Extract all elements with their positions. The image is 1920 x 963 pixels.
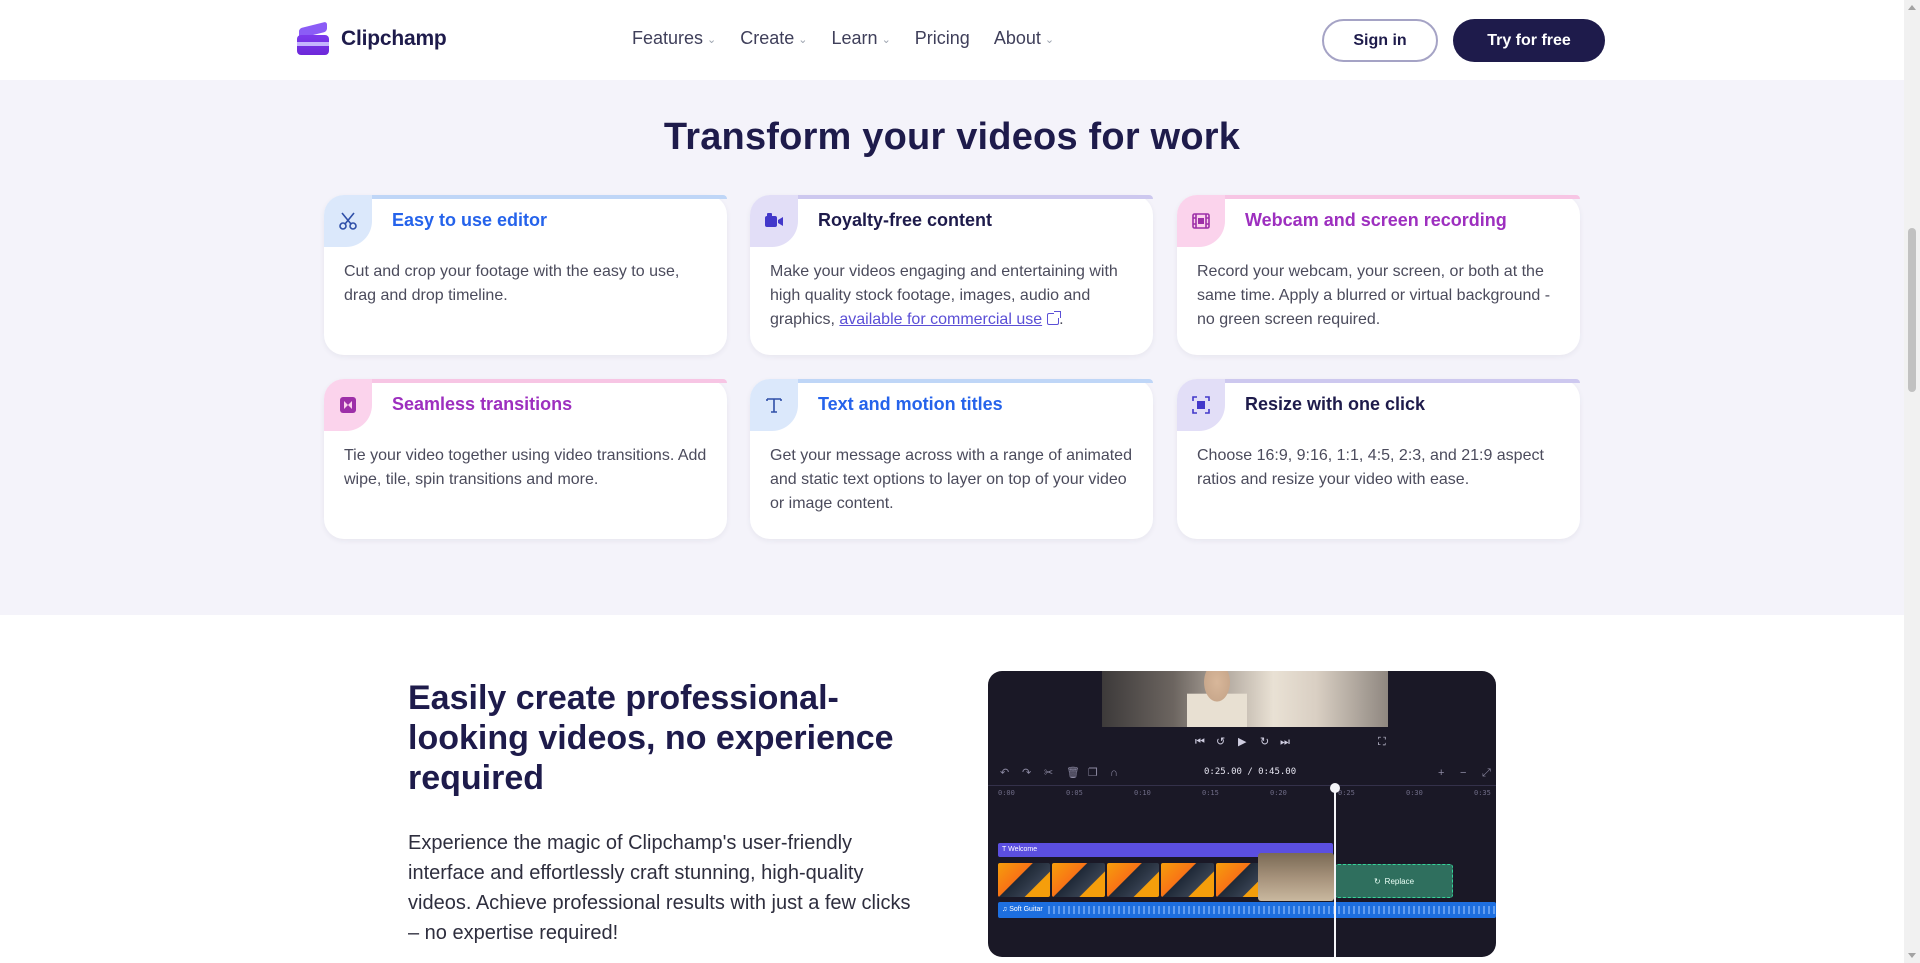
scissors-icon <box>324 195 372 247</box>
menu-label: Pricing <box>914 28 970 48</box>
card-title: Text and motion titles <box>818 394 1003 414</box>
external-link-icon <box>1047 311 1062 325</box>
audio-track-label: Soft Guitar <box>1009 906 1043 913</box>
clipchamp-logo-icon <box>297 21 331 55</box>
menu-item-pricing[interactable]: Pricing <box>915 28 970 49</box>
card-description: Cut and crop your footage with the easy … <box>344 263 680 304</box>
card-description: Tie your video together using video tran… <box>344 447 707 488</box>
chevron-down-icon: ⌄ <box>881 34 891 46</box>
editor-mockup: ⏮ ↺ ▶ ↻ ⏭ ⛶ ↶ ↷ ✂ 🗑 ❐ ∩ + − ⤢ 0:25.00 / … <box>988 671 1496 957</box>
replace-icon: ↻ <box>1373 876 1381 886</box>
chevron-down-icon: ⌄ <box>707 34 717 46</box>
card-title: Resize with one click <box>1245 394 1426 414</box>
commercial-use-link[interactable]: available for commercial use <box>839 311 1042 328</box>
card-title: Webcam and screen recording <box>1245 210 1507 230</box>
menu-label: Create <box>740 28 795 48</box>
brand-logo[interactable]: Clipchamp <box>297 21 447 55</box>
card-accent-line <box>354 195 727 199</box>
main-menu: Features ⌄ Create ⌄ Learn ⌄ Pricing About ⌄ <box>632 28 1054 49</box>
feature-card-transitions: Seamless transitions Tie your video toge… <box>324 379 727 539</box>
card-accent-line <box>1207 195 1580 199</box>
card-title: Easy to use editor <box>392 210 548 230</box>
scrollbar-thumb[interactable] <box>1908 228 1916 392</box>
timeline-tick: 0:10 <box>1134 789 1151 797</box>
card-description: Get your message across with a range of … <box>770 447 1132 512</box>
menu-label: Learn <box>831 28 878 48</box>
card-accent-line <box>354 379 727 383</box>
timeline-tick: 0:35 <box>1474 789 1491 797</box>
text-track-label: Welcome <box>1008 846 1038 853</box>
menu-item-create[interactable]: Create ⌄ <box>740 28 807 49</box>
page-scrollbar[interactable] <box>1904 0 1920 963</box>
timeline-tick: 0:05 <box>1066 789 1083 797</box>
copy-icon: ❐ <box>1088 767 1098 779</box>
forward-icon: ↻ <box>1260 736 1270 748</box>
playhead[interactable] <box>1330 783 1340 957</box>
replace-label: Replace <box>1384 876 1415 886</box>
feature-card-webcam: Webcam and screen recording Record your … <box>1177 195 1580 355</box>
card-title: Royalty-free content <box>818 210 993 230</box>
timeline-tick: 0:25 <box>1338 789 1355 797</box>
card-accent-line <box>780 379 1153 383</box>
brand-name: Clipchamp <box>341 27 447 50</box>
chevron-down-icon: ⌄ <box>798 34 808 46</box>
feature-card-royalty-free: Royalty-free content Make your videos en… <box>750 195 1153 355</box>
rewind-icon: ↺ <box>1216 736 1226 748</box>
undo-icon: ↶ <box>1000 767 1010 779</box>
text-icon <box>750 379 798 431</box>
play-icon: ▶ <box>1238 736 1247 748</box>
playback-controls: ⏮ ↺ ▶ ↻ ⏭ ⛶ <box>988 733 1496 751</box>
features-section: Transform your videos for work Easy to u… <box>0 80 1904 615</box>
magnet-icon: ∩ <box>1110 767 1118 779</box>
top-navigation: Clipchamp Features ⌄ Create ⌄ Learn ⌄ Prici… <box>0 0 1904 80</box>
card-description: Choose 16:9, 9:16, 1:1, 4:5, 2:3, and 21… <box>1197 447 1544 488</box>
zoom-in-icon: + <box>1438 767 1445 779</box>
scroll-down-icon[interactable] <box>1908 953 1916 958</box>
timeline-tick: 0:20 <box>1270 789 1287 797</box>
card-title: Seamless transitions <box>392 394 573 414</box>
skip-back-icon: ⏮ <box>1195 736 1205 748</box>
card-accent-line <box>780 195 1153 199</box>
sign-in-button[interactable]: Sign in <box>1322 19 1438 62</box>
menu-label: Features <box>632 28 704 48</box>
timeline-tick: 0:00 <box>998 789 1015 797</box>
menu-item-learn[interactable]: Learn ⌄ <box>832 28 891 49</box>
transition-icon <box>324 379 372 431</box>
scroll-up-icon[interactable] <box>1908 5 1916 10</box>
timecode: 0:25.00 / 0:45.00 <box>1204 767 1297 777</box>
menu-item-about[interactable]: About ⌄ <box>994 28 1054 49</box>
skip-forward-icon: ⏭ <box>1280 736 1290 748</box>
menu-item-features[interactable]: Features ⌄ <box>632 28 716 49</box>
resize-icon <box>1177 379 1225 431</box>
hero-title: Easily create professional-looking video… <box>408 679 894 797</box>
timeline-tick: 0:30 <box>1406 789 1423 797</box>
feature-card-text-titles: Text and motion titles Get your message … <box>750 379 1153 539</box>
try-for-free-button[interactable]: Try for free <box>1453 19 1605 62</box>
section-title: Transform your videos for work <box>663 116 1241 158</box>
video-track[interactable] <box>998 863 1269 897</box>
card-description: Make your videos engaging and entertaini… <box>770 260 1135 332</box>
zoom-out-icon: − <box>1460 767 1467 779</box>
expand-icon: ⤢ <box>1482 767 1491 779</box>
replace-drop-zone[interactable]: ↻ Replace <box>1335 864 1453 898</box>
delete-icon: 🗑 <box>1066 767 1080 779</box>
film-icon <box>1177 195 1225 247</box>
menu-label: About <box>993 28 1041 48</box>
fullscreen-icon: ⛶ <box>1378 736 1386 748</box>
audio-track-clip[interactable]: ♫ Soft Guitar <box>998 902 1496 918</box>
video-camera-icon <box>750 195 798 247</box>
timeline-tick: 0:15 <box>1202 789 1219 797</box>
video-preview <box>1102 671 1388 727</box>
card-accent-line <box>1207 379 1580 383</box>
feature-card-easy-editor: Easy to use editor Cut and crop your foo… <box>324 195 727 355</box>
timeline-ruler <box>988 785 1496 786</box>
chevron-down-icon: ⌄ <box>1044 34 1055 46</box>
hero-description: Experience the magic of Clipchamp's user… <box>408 832 911 944</box>
scissors-icon: ✂ <box>1044 767 1054 779</box>
card-description: Record your webcam, your screen, or both… <box>1197 263 1551 328</box>
redo-icon: ↷ <box>1022 767 1032 779</box>
feature-card-resize: Resize with one click Choose 16:9, 9:16,… <box>1177 379 1580 539</box>
video-clip-dragging[interactable] <box>1258 853 1334 901</box>
